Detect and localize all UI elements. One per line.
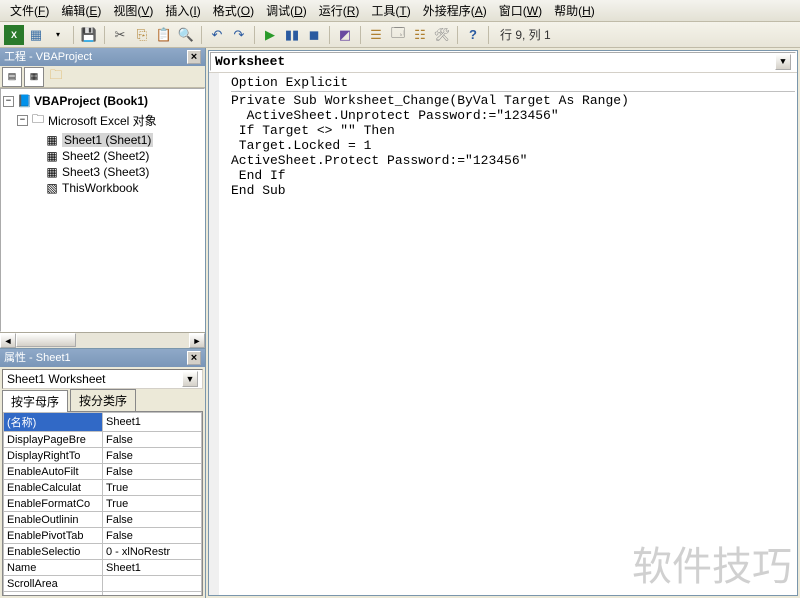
- properties-title: 属性 - Sheet1: [4, 349, 71, 367]
- properties-tabs: 按字母序按分类序: [0, 391, 205, 411]
- property-row[interactable]: EnablePivotTabFalse: [4, 528, 202, 544]
- tree-item[interactable]: ▧ThisWorkbook: [3, 180, 202, 196]
- tree-toggle-icon[interactable]: −: [17, 115, 28, 126]
- code-line: ActiveSheet.Protect Password:="123456": [231, 153, 795, 168]
- code-line: ActiveSheet.Unprotect Password:="123456": [231, 108, 795, 123]
- object-selector-combo[interactable]: Worksheet ▼: [210, 52, 796, 71]
- view-icon[interactable]: ▦: [26, 25, 46, 45]
- code-line: Private Sub Worksheet_Change(ByVal Targe…: [231, 93, 795, 108]
- toolbar: X ▦ ▾ 💾 ✂ ⎘ 📋 🔍 ↶ ↷ ▶ ▮▮ ◼ ◩ ☰ 🗔 ☷ 🛠 ? 行…: [0, 22, 800, 48]
- view-object-icon[interactable]: ▦: [24, 67, 44, 87]
- project-explorer-icon[interactable]: ☰: [366, 25, 386, 45]
- find-icon[interactable]: 🔍: [176, 25, 196, 45]
- scroll-thumb[interactable]: [16, 333, 76, 347]
- properties-grid[interactable]: (名称)Sheet1DisplayPageBreFalseDisplayRigh…: [2, 411, 203, 596]
- redo-icon[interactable]: ↷: [229, 25, 249, 45]
- save-icon[interactable]: 💾: [79, 25, 99, 45]
- menu-a[interactable]: 外接程序(A): [417, 0, 493, 21]
- properties-window-icon[interactable]: 🗔: [388, 25, 408, 45]
- tree-item[interactable]: ▦Sheet1 (Sheet1): [3, 132, 202, 148]
- tree-item[interactable]: −📘VBAProject (Book1): [3, 93, 202, 109]
- excel-icon[interactable]: X: [4, 25, 24, 45]
- property-row[interactable]: EnableCalculatTrue: [4, 480, 202, 496]
- design-mode-icon[interactable]: ◩: [335, 25, 355, 45]
- scroll-right-icon[interactable]: ►: [189, 333, 205, 348]
- cursor-position: 行 9, 列 1: [494, 26, 557, 43]
- property-row[interactable]: NameSheet1: [4, 560, 202, 576]
- code-line: If Target <> "" Then: [231, 123, 795, 138]
- code-line: Target.Locked = 1: [231, 138, 795, 153]
- menu-d[interactable]: 调试(D): [260, 0, 313, 21]
- paste-icon[interactable]: 📋: [154, 25, 174, 45]
- tree-item[interactable]: ▦Sheet2 (Sheet2): [3, 148, 202, 164]
- close-icon[interactable]: ×: [187, 351, 201, 365]
- property-row[interactable]: (名称)Sheet1: [4, 413, 202, 432]
- toolbox-icon[interactable]: 🛠: [432, 25, 452, 45]
- menu-f[interactable]: 文件(F): [4, 0, 55, 21]
- menu-bar: 文件(F)编辑(E)视图(V)插入(I)格式(O)调试(D)运行(R)工具(T)…: [0, 0, 800, 22]
- property-row[interactable]: DisplayPageBreFalse: [4, 432, 202, 448]
- view-code-icon[interactable]: ▤: [2, 67, 22, 87]
- menu-dropdown-icon[interactable]: ▾: [48, 25, 68, 45]
- copy-icon[interactable]: ⎘: [132, 25, 152, 45]
- property-row[interactable]: DisplayRightToFalse: [4, 448, 202, 464]
- reset-icon[interactable]: ◼: [304, 25, 324, 45]
- property-row[interactable]: EnableAutoFiltFalse: [4, 464, 202, 480]
- property-row[interactable]: StandardWidth8.38: [4, 592, 202, 597]
- chevron-down-icon[interactable]: ▼: [775, 54, 791, 70]
- object-browser-icon[interactable]: ☷: [410, 25, 430, 45]
- close-icon[interactable]: ×: [187, 50, 201, 64]
- properties-title-bar: 属性 - Sheet1 ×: [0, 349, 205, 367]
- property-row[interactable]: ScrollArea: [4, 576, 202, 592]
- properties-tab[interactable]: 按字母序: [2, 390, 68, 412]
- menu-v[interactable]: 视图(V): [107, 0, 159, 21]
- code-line: End Sub: [231, 183, 795, 198]
- project-tree[interactable]: −📘VBAProject (Book1)−🗀Microsoft Excel 对象…: [0, 88, 205, 332]
- project-explorer-title: 工程 - VBAProject: [4, 48, 92, 66]
- undo-icon[interactable]: ↶: [207, 25, 227, 45]
- menu-h[interactable]: 帮助(H): [548, 0, 601, 21]
- scroll-left-icon[interactable]: ◄: [0, 333, 16, 348]
- toggle-folders-icon[interactable]: 🗀: [46, 67, 66, 87]
- tree-item[interactable]: ▦Sheet3 (Sheet3): [3, 164, 202, 180]
- help-icon[interactable]: ?: [463, 25, 483, 45]
- code-line: Option Explicit: [231, 75, 795, 90]
- tree-item[interactable]: −🗀Microsoft Excel 对象: [3, 109, 202, 132]
- properties-tab[interactable]: 按分类序: [70, 389, 136, 411]
- cut-icon[interactable]: ✂: [110, 25, 130, 45]
- code-editor[interactable]: Option Explicit Private Sub Worksheet_Cha…: [209, 73, 797, 595]
- project-explorer-title-bar: 工程 - VBAProject ×: [0, 48, 205, 66]
- chevron-down-icon[interactable]: ▼: [182, 371, 198, 387]
- menu-i[interactable]: 插入(I): [159, 0, 206, 21]
- menu-t[interactable]: 工具(T): [365, 0, 416, 21]
- menu-e[interactable]: 编辑(E): [55, 0, 107, 21]
- code-line: End If: [231, 168, 795, 183]
- break-icon[interactable]: ▮▮: [282, 25, 302, 45]
- properties-object-combo[interactable]: Sheet1 Worksheet ▼: [2, 369, 203, 389]
- menu-o[interactable]: 格式(O): [207, 0, 260, 21]
- menu-r[interactable]: 运行(R): [313, 0, 366, 21]
- property-row[interactable]: EnableSelectio0 - xlNoRestr: [4, 544, 202, 560]
- tree-toggle-icon[interactable]: −: [3, 96, 14, 107]
- project-tree-hscroll[interactable]: ◄ ►: [0, 332, 205, 348]
- project-explorer-toolbar: ▤ ▦ 🗀: [0, 66, 205, 88]
- menu-w[interactable]: 窗口(W): [493, 0, 548, 21]
- run-icon[interactable]: ▶: [260, 25, 280, 45]
- property-row[interactable]: EnableFormatCoTrue: [4, 496, 202, 512]
- property-row[interactable]: EnableOutlininFalse: [4, 512, 202, 528]
